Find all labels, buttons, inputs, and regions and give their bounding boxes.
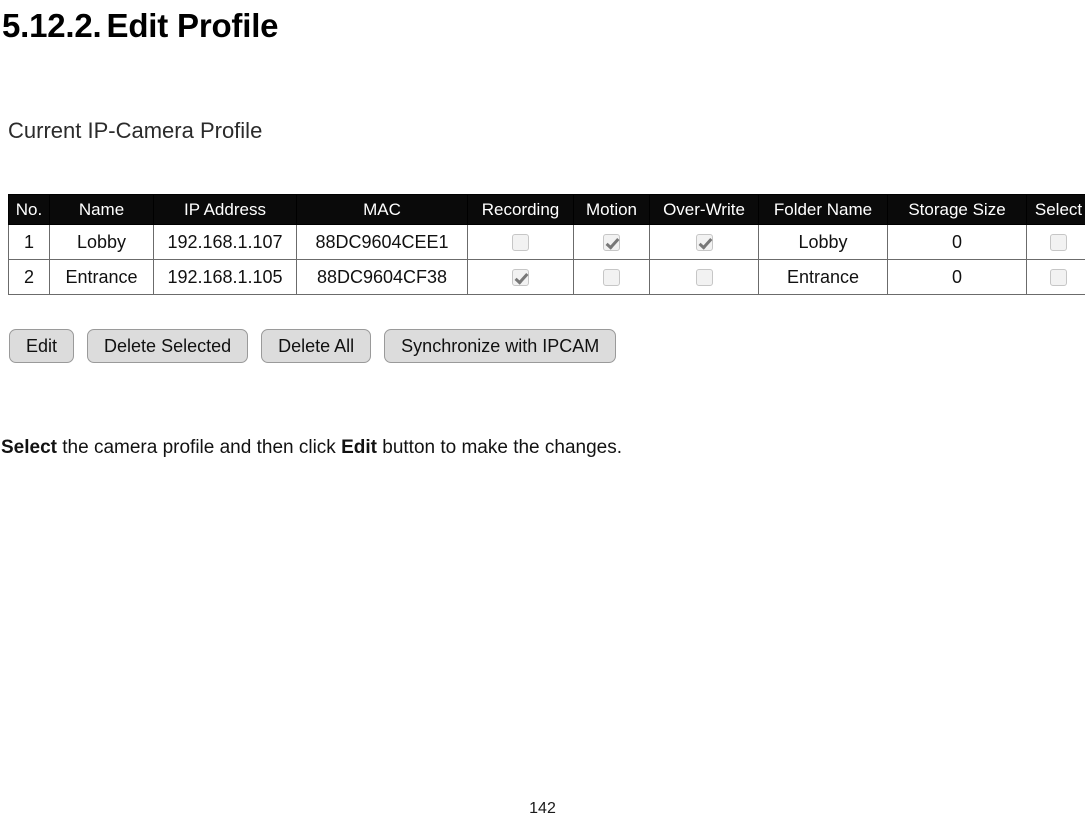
cell-name: Lobby bbox=[49, 224, 154, 260]
section-subtitle: Current IP-Camera Profile bbox=[8, 118, 263, 143]
ip-camera-profile-table: No. Name IP Address MAC Recording Motion… bbox=[8, 194, 1085, 295]
table-header-row: No. Name IP Address MAC Recording Motion… bbox=[8, 194, 1085, 225]
instruction-text: Select the camera profile and then click… bbox=[1, 435, 622, 461]
edit-button[interactable]: Edit bbox=[9, 329, 75, 363]
cell-ip-address: 192.168.1.107 bbox=[153, 224, 297, 260]
column-header-mac: MAC bbox=[296, 194, 468, 225]
over-write-checkbox[interactable] bbox=[695, 269, 713, 287]
motion-checkbox[interactable] bbox=[603, 234, 620, 252]
motion-checkbox[interactable] bbox=[603, 269, 620, 287]
cell-motion bbox=[573, 259, 650, 295]
cell-mac: 88DC9604CF38 bbox=[296, 259, 468, 295]
instruction-bold-select: Select bbox=[1, 437, 57, 458]
cell-select bbox=[1026, 259, 1085, 295]
page-title: 5.12.2. Edit Profile bbox=[2, 6, 279, 46]
column-header-ip-address: IP Address bbox=[153, 194, 297, 225]
cell-storage-size: 0 bbox=[887, 259, 1027, 295]
cell-over-write bbox=[649, 224, 759, 260]
cell-storage-size: 0 bbox=[887, 224, 1027, 260]
page-title-text: Edit Profile bbox=[106, 7, 279, 44]
cell-ip-address: 192.168.1.105 bbox=[153, 259, 297, 295]
select-checkbox[interactable] bbox=[1050, 234, 1067, 252]
instruction-middle: the camera profile and then click bbox=[56, 437, 342, 458]
table-header: No. Name IP Address MAC Recording Motion… bbox=[8, 194, 1085, 225]
cell-select bbox=[1026, 224, 1085, 260]
page-number-footer: 142 bbox=[529, 800, 556, 817]
column-header-recording: Recording bbox=[467, 194, 574, 225]
ip-camera-profile-table-container: No. Name IP Address MAC Recording Motion… bbox=[8, 194, 1085, 295]
delete-all-button[interactable]: Delete All bbox=[261, 329, 372, 363]
column-header-motion: Motion bbox=[573, 194, 650, 225]
cell-folder-name: Lobby bbox=[758, 224, 888, 260]
column-header-folder-name: Folder Name bbox=[758, 194, 888, 225]
cell-recording bbox=[467, 224, 574, 260]
cell-recording bbox=[467, 259, 574, 295]
table-body: 1 Lobby 192.168.1.107 88DC9604CEE1 Lobby… bbox=[8, 224, 1085, 295]
column-header-name: Name bbox=[49, 194, 154, 225]
synchronize-with-ipcam-button[interactable]: Synchronize with IPCAM bbox=[384, 329, 617, 363]
instruction-tail: button to make the changes. bbox=[376, 437, 623, 458]
select-checkbox[interactable] bbox=[1050, 269, 1067, 287]
column-header-no: No. bbox=[8, 194, 50, 225]
cell-no: 1 bbox=[8, 224, 50, 260]
cell-over-write bbox=[649, 259, 759, 295]
cell-folder-name: Entrance bbox=[758, 259, 888, 295]
table-row[interactable]: 2 Entrance 192.168.1.105 88DC9604CF38 En… bbox=[8, 259, 1085, 295]
cell-name: Entrance bbox=[49, 259, 154, 295]
cell-mac: 88DC9604CEE1 bbox=[296, 224, 468, 260]
instruction-bold-edit: Edit bbox=[341, 437, 377, 458]
cell-no: 2 bbox=[8, 259, 50, 295]
cell-motion bbox=[573, 224, 650, 260]
table-row[interactable]: 1 Lobby 192.168.1.107 88DC9604CEE1 Lobby… bbox=[8, 224, 1085, 260]
page-title-number: 5.12.2. bbox=[2, 7, 102, 44]
column-header-over-write: Over-Write bbox=[649, 194, 759, 225]
column-header-select: Select bbox=[1026, 194, 1085, 225]
over-write-checkbox[interactable] bbox=[695, 234, 713, 252]
action-button-row: Edit Delete Selected Delete All Synchron… bbox=[9, 329, 617, 363]
delete-selected-button[interactable]: Delete Selected bbox=[87, 329, 249, 363]
recording-checkbox[interactable] bbox=[512, 234, 529, 252]
recording-checkbox[interactable] bbox=[512, 269, 529, 287]
column-header-storage-size: Storage Size bbox=[887, 194, 1027, 225]
